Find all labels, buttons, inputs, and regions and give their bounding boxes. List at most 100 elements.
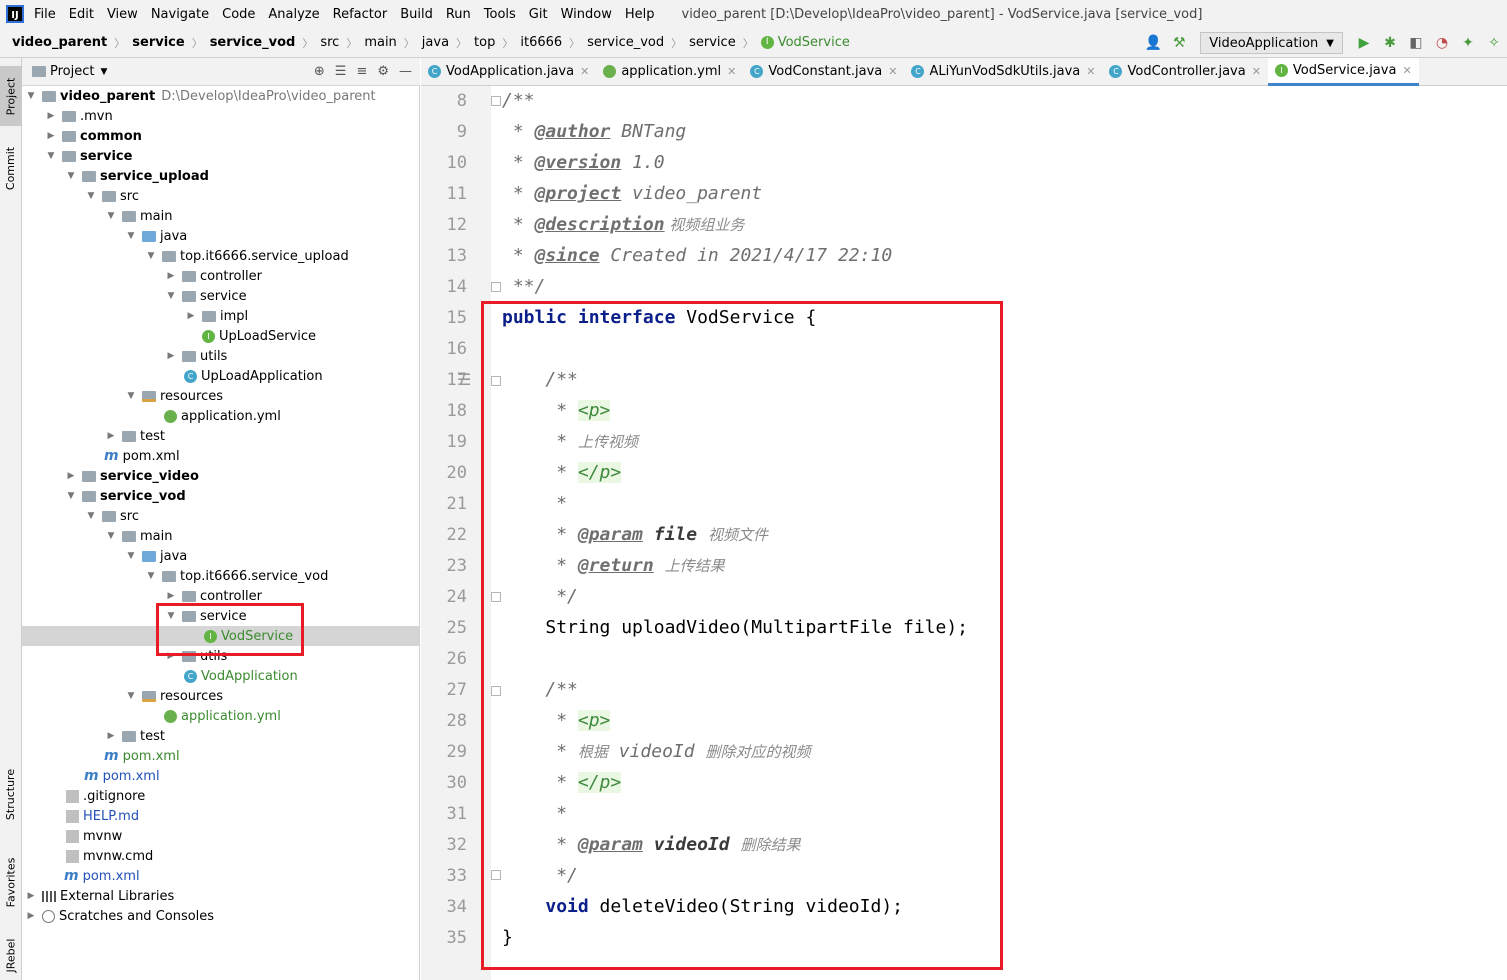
- project-tool-tab[interactable]: Project: [0, 66, 22, 126]
- tree-item[interactable]: ▶ impl: [22, 306, 419, 326]
- fold-icon[interactable]: [491, 96, 501, 106]
- debug-icon[interactable]: ✱: [1379, 32, 1401, 54]
- menu-help[interactable]: Help: [625, 7, 655, 22]
- tree-item[interactable]: ▶ Scratches and Consoles: [22, 906, 419, 926]
- close-icon[interactable]: ✕: [727, 65, 736, 78]
- project-view-select[interactable]: Project: [50, 64, 94, 79]
- tree-item[interactable]: C UpLoadApplication: [22, 366, 419, 386]
- user-icon[interactable]: 👤: [1142, 32, 1164, 54]
- menu-navigate[interactable]: Navigate: [151, 7, 209, 22]
- tab-aliyunvodsdkutils[interactable]: C ALiYunVodSdkUtils.java ✕: [904, 58, 1102, 86]
- tree-item[interactable]: mvnw: [22, 826, 419, 846]
- locate-icon[interactable]: ⊕: [314, 64, 325, 79]
- menu-run[interactable]: Run: [446, 7, 471, 22]
- menu-edit[interactable]: Edit: [69, 7, 94, 22]
- tree-item[interactable]: m pom.xml: [22, 766, 419, 786]
- tree-item[interactable]: ▼ java: [22, 226, 419, 246]
- tree-item[interactable]: ▶ External Libraries: [22, 886, 419, 906]
- tree-item[interactable]: m pom.xml: [22, 866, 419, 886]
- menu-window[interactable]: Window: [561, 7, 612, 22]
- tree-item[interactable]: m pom.xml: [22, 746, 419, 766]
- tab-application-yml[interactable]: application.yml ✕: [596, 58, 743, 86]
- gear-icon[interactable]: ⚙: [377, 64, 389, 79]
- tree-item[interactable]: .gitignore: [22, 786, 419, 806]
- run-icon[interactable]: ▶: [1353, 32, 1375, 54]
- collapse-all-icon[interactable]: ≡: [356, 64, 367, 79]
- tree-item[interactable]: ▶ controller: [22, 266, 419, 286]
- breadcrumb-item[interactable]: I VodService: [760, 35, 850, 50]
- tab-vodservice[interactable]: I VodService.java ✕: [1267, 57, 1419, 86]
- breadcrumb-item[interactable]: service_vod 〉: [210, 35, 321, 51]
- tree-item[interactable]: ▶ service_video: [22, 466, 419, 486]
- tree-item[interactable]: ▼ java: [22, 546, 419, 566]
- jrebel-tool-tab[interactable]: JRebel: [0, 930, 22, 980]
- tree-item[interactable]: ▶ utils: [22, 346, 419, 366]
- tab-vodapplication[interactable]: C VodApplication.java ✕: [421, 58, 596, 86]
- close-icon[interactable]: ✕: [1252, 65, 1261, 78]
- tree-item[interactable]: HELP.md: [22, 806, 419, 826]
- tree-item[interactable]: ▼ top.it6666.service_upload: [22, 246, 419, 266]
- profile-icon[interactable]: ◔: [1431, 32, 1453, 54]
- tree-item[interactable]: ▶ .mvn: [22, 106, 419, 126]
- tree-item[interactable]: ▼ service: [22, 286, 419, 306]
- tree-item[interactable]: ▶ test: [22, 726, 419, 746]
- tree-item[interactable]: C VodApplication: [22, 666, 419, 686]
- doc-render-icon[interactable]: ☰: [457, 370, 471, 389]
- tree-item[interactable]: application.yml: [22, 406, 419, 426]
- favorites-tool-tab[interactable]: Favorites: [0, 848, 22, 916]
- menu-analyze[interactable]: Analyze: [268, 7, 319, 22]
- tree-item[interactable]: mvnw.cmd: [22, 846, 419, 866]
- tree-item[interactable]: ▼ resources: [22, 686, 419, 706]
- menu-refactor[interactable]: Refactor: [333, 7, 388, 22]
- menu-git[interactable]: Git: [529, 7, 548, 22]
- tree-item[interactable]: ▼ top.it6666.service_vod: [22, 566, 419, 586]
- menu-file[interactable]: File: [34, 7, 56, 22]
- breadcrumb-item[interactable]: service 〉: [132, 35, 209, 51]
- breadcrumb-item[interactable]: top 〉: [474, 35, 520, 51]
- menu-code[interactable]: Code: [222, 7, 255, 22]
- tree-item[interactable]: application.yml: [22, 706, 419, 726]
- tree-item[interactable]: ▼ service_vod: [22, 486, 419, 506]
- tree-item[interactable]: ▼ service: [22, 146, 419, 166]
- breadcrumb-item[interactable]: main 〉: [364, 35, 421, 51]
- build-hammer-icon[interactable]: ⚒: [1168, 32, 1190, 54]
- tab-vodconstant[interactable]: C VodConstant.java ✕: [743, 58, 904, 86]
- menu-build[interactable]: Build: [400, 7, 433, 22]
- breadcrumb-item[interactable]: java 〉: [422, 35, 474, 51]
- tree-item[interactable]: ▶ common: [22, 126, 419, 146]
- expand-all-icon[interactable]: ☰: [335, 64, 347, 79]
- tree-item[interactable]: ▼ service_upload: [22, 166, 419, 186]
- tree-item[interactable]: ▼ main: [22, 526, 419, 546]
- jrebel-run-icon[interactable]: ✦: [1457, 32, 1479, 54]
- tree-item[interactable]: ▼ src: [22, 186, 419, 206]
- breadcrumb-item[interactable]: service 〉: [689, 35, 761, 51]
- menu-view[interactable]: View: [107, 7, 138, 22]
- close-icon[interactable]: ✕: [580, 65, 589, 78]
- fold-icon[interactable]: [491, 282, 501, 292]
- tree-item[interactable]: ▶ test: [22, 426, 419, 446]
- structure-tool-tab[interactable]: Structure: [0, 758, 22, 830]
- tree-item[interactable]: ▼ resources: [22, 386, 419, 406]
- breadcrumb-item[interactable]: service_vod 〉: [587, 35, 689, 51]
- yaml-icon: [164, 709, 177, 723]
- chevron-down-icon[interactable]: ▼: [100, 67, 107, 77]
- close-icon[interactable]: ✕: [1402, 64, 1411, 77]
- breadcrumb-item[interactable]: it6666 〉: [520, 35, 587, 51]
- jrebel-debug-icon[interactable]: ✧: [1483, 32, 1505, 54]
- breadcrumb-item[interactable]: src 〉: [320, 35, 364, 51]
- tree-item[interactable]: ▼ video_parent D:\Develop\IdeaPro\video_pa…: [22, 86, 419, 106]
- tab-vodcontroller[interactable]: C VodController.java ✕: [1102, 58, 1267, 86]
- menu-tools[interactable]: Tools: [484, 7, 516, 22]
- coverage-icon[interactable]: ◧: [1405, 32, 1427, 54]
- tree-item[interactable]: I UpLoadService: [22, 326, 419, 346]
- menu-bar: IJ File Edit View Navigate Code Analyze …: [0, 0, 1507, 28]
- tree-item[interactable]: ▼ main: [22, 206, 419, 226]
- breadcrumb-item[interactable]: video_parent 〉: [12, 35, 132, 51]
- commit-tool-tab[interactable]: Commit: [0, 138, 22, 198]
- run-config-select[interactable]: VideoApplication ▼: [1200, 32, 1343, 54]
- tree-item[interactable]: ▼ src: [22, 506, 419, 526]
- close-icon[interactable]: ✕: [1086, 65, 1095, 78]
- close-icon[interactable]: ✕: [888, 65, 897, 78]
- tree-item[interactable]: m pom.xml: [22, 446, 419, 466]
- hide-icon[interactable]: —: [399, 64, 412, 79]
